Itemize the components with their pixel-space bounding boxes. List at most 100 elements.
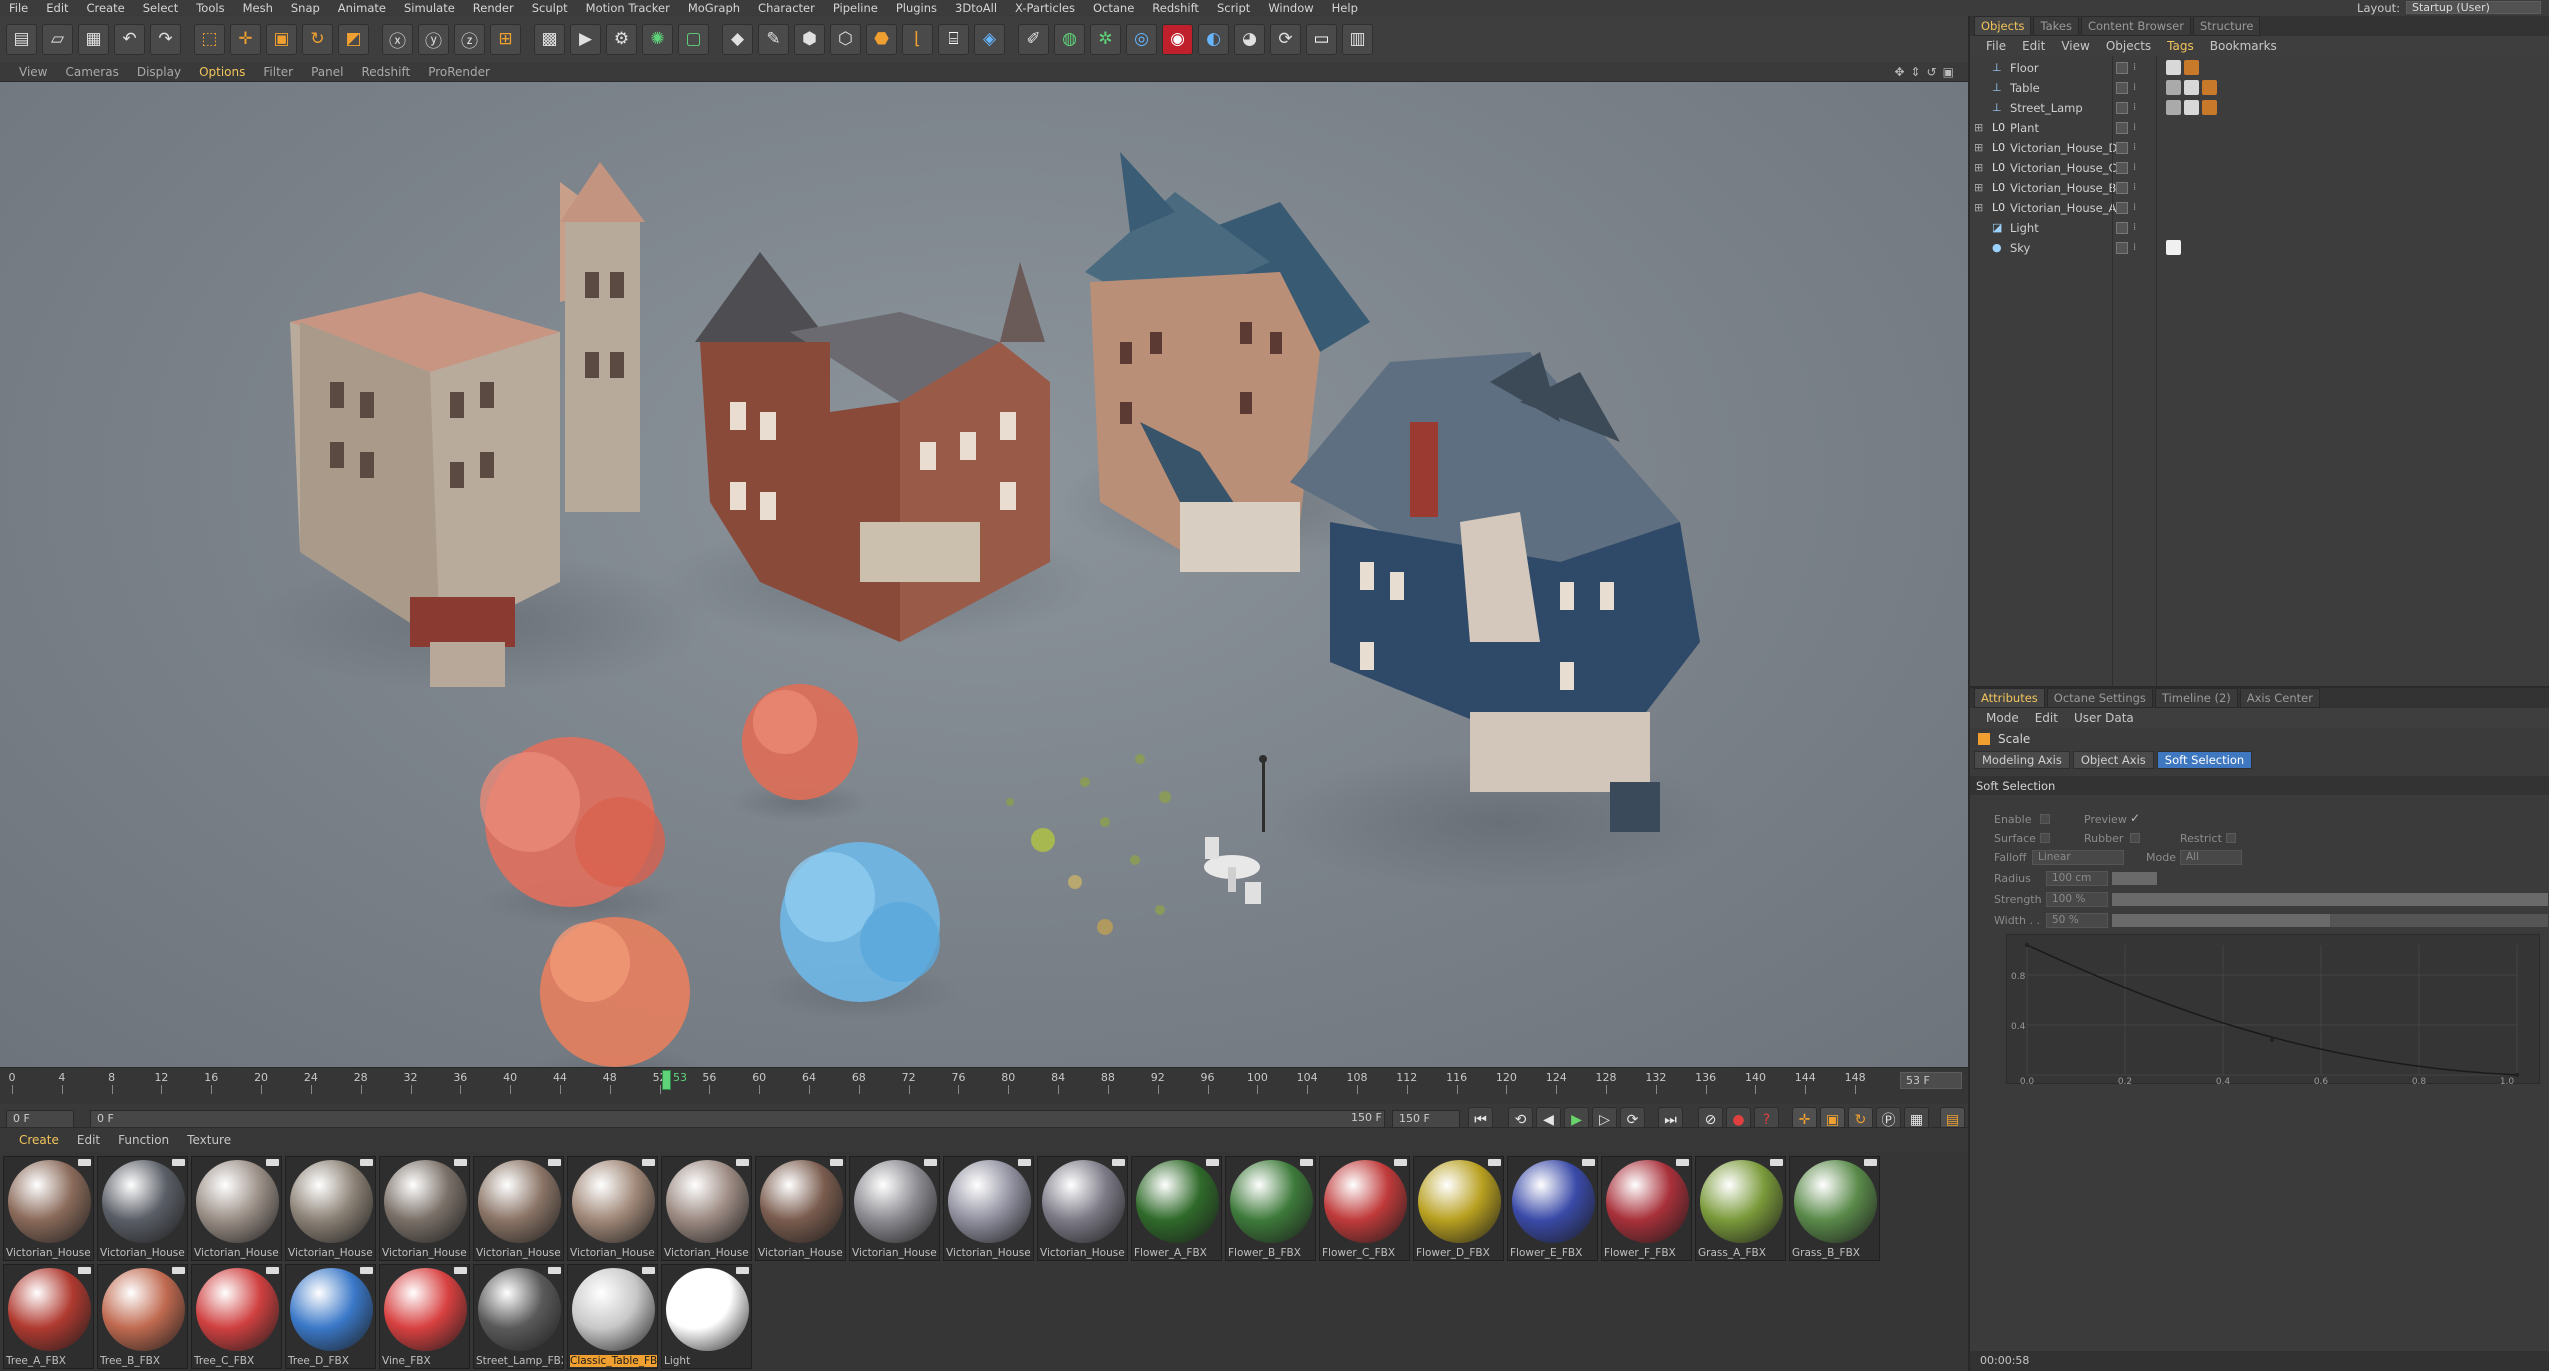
subtab-modeling-axis[interactable]: Modeling Axis (1974, 751, 2070, 769)
material-swatch[interactable]: Victorian_House (661, 1156, 752, 1261)
material-swatch[interactable]: Tree_B_FBX (97, 1264, 188, 1369)
strength-slider[interactable] (2112, 893, 2548, 906)
maximize-view-icon[interactable]: ▣ (1943, 65, 1954, 79)
menu-select[interactable]: Select (134, 1, 187, 15)
environment-icon[interactable]: ⌊ (902, 23, 933, 55)
expand-icon[interactable]: ⊞ (1974, 141, 1983, 154)
array-icon[interactable]: ⬡ (830, 23, 861, 55)
object-row[interactable]: ⊞ L0 Victorian_House_B ⁞ (1970, 178, 2549, 197)
timeline-playhead[interactable] (662, 1070, 672, 1090)
layer-dots-icon[interactable]: ⁞ (2133, 162, 2136, 173)
material-swatch[interactable]: Flower_C_FBX (1319, 1156, 1410, 1261)
menu-window[interactable]: Window (1259, 1, 1322, 15)
octane-live-viewer-icon[interactable]: ◐ (1198, 23, 1229, 55)
width-slider[interactable] (2112, 914, 2330, 927)
viewport-menu-filter[interactable]: Filter (254, 65, 302, 79)
object-row[interactable]: ⊥ Table ⁞ (1970, 78, 2549, 97)
max-frame-field[interactable]: 150 F (1392, 1110, 1460, 1128)
new-file-icon[interactable]: ▤ (6, 23, 37, 55)
attr-menu-user-data[interactable]: User Data (2066, 711, 2142, 725)
material-swatch[interactable]: Victorian_House (191, 1156, 282, 1261)
layer-dots-icon[interactable]: ⁞ (2133, 142, 2136, 153)
objects-menu-view[interactable]: View (2053, 39, 2097, 53)
objects-menu-file[interactable]: File (1978, 39, 2014, 53)
visibility-toggle-icon[interactable] (2116, 101, 2128, 114)
material-menu-function[interactable]: Function (109, 1133, 178, 1147)
layer-dots-icon[interactable]: ⁞ (2133, 82, 2136, 93)
menu-help[interactable]: Help (1323, 1, 1367, 15)
viewport-menu-redshift[interactable]: Redshift (352, 65, 419, 79)
material-menu-texture[interactable]: Texture (178, 1133, 240, 1147)
visibility-toggle-icon[interactable] (2116, 141, 2128, 154)
refresh-icon[interactable]: ⟳ (1270, 23, 1301, 55)
layout-panels-icon[interactable]: ▥ (1342, 23, 1373, 55)
layer-dots-icon[interactable]: ⁞ (2133, 182, 2136, 193)
material-swatch[interactable]: Light (661, 1264, 752, 1369)
material-swatch[interactable]: Flower_D_FBX (1413, 1156, 1504, 1261)
viewport-menu-panel[interactable]: Panel (302, 65, 352, 79)
object-tag-icon[interactable] (2202, 100, 2217, 115)
subtab-object-axis[interactable]: Object Axis (2072, 751, 2154, 769)
visibility-toggle-icon[interactable] (2116, 201, 2128, 214)
menu-octane[interactable]: Octane (1084, 1, 1143, 15)
tab-takes[interactable]: Takes (2033, 16, 2079, 36)
light-object-icon[interactable]: ◈ (974, 23, 1005, 55)
object-row[interactable]: ⊞ L0 Plant ⁞ (1970, 118, 2549, 137)
redo-icon[interactable]: ↷ (150, 23, 181, 55)
cube-primitive-icon[interactable]: ◆ (722, 23, 753, 55)
visibility-toggle-icon[interactable] (2116, 161, 2128, 174)
mograph-effector-icon[interactable]: ✲ (1090, 23, 1121, 55)
layer-dots-icon[interactable]: ⁞ (2133, 242, 2136, 253)
radius-field[interactable]: 100 cm (2046, 871, 2108, 886)
material-swatch[interactable]: Victorian_House (473, 1156, 564, 1261)
object-row[interactable]: ⊥ Street_Lamp ⁞ (1970, 98, 2549, 117)
visibility-toggle-icon[interactable] (2116, 181, 2128, 194)
undo-icon[interactable]: ↶ (114, 23, 145, 55)
xpresso-icon[interactable]: ◎ (1126, 23, 1157, 55)
objects-menu-objects[interactable]: Objects (2098, 39, 2159, 53)
menu-motion-tracker[interactable]: Motion Tracker (577, 1, 679, 15)
range-slider[interactable]: 0 F (90, 1110, 1385, 1128)
object-tag-icon[interactable] (2166, 60, 2181, 75)
rubber-checkbox[interactable] (2130, 833, 2140, 843)
material-swatch[interactable]: Grass_A_FBX (1695, 1156, 1786, 1261)
visibility-toggle-icon[interactable] (2116, 121, 2128, 134)
timeline-ruler[interactable]: 53 F 0 4 8 12 16 20 24 28 32 36 40 44 48 52 56 60 64 68 72… (0, 1067, 1968, 1104)
save-icon[interactable]: ▦ (78, 23, 109, 55)
material-swatch[interactable]: Victorian_House (755, 1156, 846, 1261)
material-swatch[interactable]: Victorian_House (285, 1156, 376, 1261)
preview-check-icon[interactable]: ✓ (2130, 811, 2140, 825)
material-menu-create[interactable]: Create (10, 1133, 68, 1147)
deformer-icon[interactable]: ⬣ (866, 23, 897, 55)
objects-menu-tags[interactable]: Tags (2159, 39, 2202, 53)
coordinate-system-icon[interactable]: ⊞ (490, 23, 521, 55)
material-swatch[interactable]: Flower_E_FBX (1507, 1156, 1598, 1261)
layout-select[interactable]: Startup (User) (2406, 1, 2541, 14)
attr-tab-axis-center[interactable]: Axis Center (2239, 688, 2320, 708)
visibility-toggle-icon[interactable] (2116, 241, 2128, 254)
material-swatch[interactable]: Grass_B_FBX (1789, 1156, 1880, 1261)
viewport-menu-view[interactable]: View (10, 65, 56, 79)
object-tag-icon[interactable] (2166, 100, 2181, 115)
material-swatch[interactable]: Victorian_House (379, 1156, 470, 1261)
visibility-toggle-icon[interactable] (2116, 61, 2128, 74)
material-swatch[interactable]: Flower_A_FBX (1131, 1156, 1222, 1261)
layer-dots-icon[interactable]: ⁞ (2133, 102, 2136, 113)
scale-tool-icon[interactable]: ▣ (266, 23, 297, 55)
attr-tab-attributes[interactable]: Attributes (1974, 688, 2045, 708)
menu-redshift[interactable]: Redshift (1143, 1, 1208, 15)
expand-icon[interactable]: ⊞ (1974, 181, 1983, 194)
objects-menu-edit[interactable]: Edit (2014, 39, 2053, 53)
layer-dots-icon[interactable]: ⁞ (2133, 222, 2136, 233)
3d-viewport[interactable] (0, 82, 1968, 1067)
menu-mograph[interactable]: MoGraph (679, 1, 749, 15)
restrict-checkbox[interactable] (2226, 833, 2236, 843)
objects-menu-bookmarks[interactable]: Bookmarks (2202, 39, 2285, 53)
menu-animate[interactable]: Animate (329, 1, 395, 15)
expand-icon[interactable]: ⊞ (1974, 161, 1983, 174)
render-settings-icon[interactable]: ⚙ (606, 23, 637, 55)
render-view-icon[interactable]: ▶ (570, 23, 601, 55)
material-swatch[interactable]: Street_Lamp_FBX (473, 1264, 564, 1369)
mode-dropdown[interactable]: All (2180, 850, 2242, 865)
current-frame-field[interactable]: 53 F (1900, 1072, 1962, 1089)
